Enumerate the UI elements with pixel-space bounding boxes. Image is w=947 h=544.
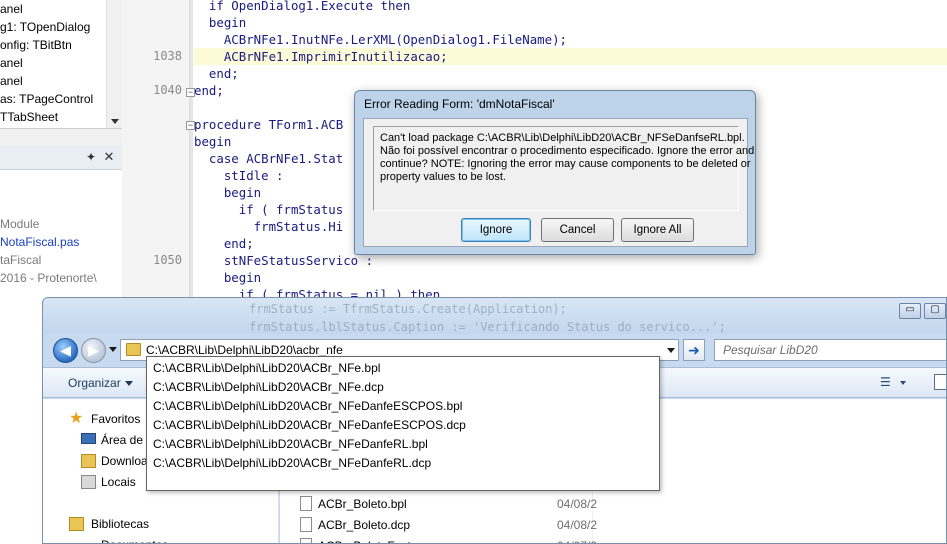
file-row[interactable]: ACBr_BoletoFast... 04/07/2	[300, 536, 600, 543]
code-line[interactable]: begin	[194, 14, 246, 31]
code-line[interactable]: end;	[194, 82, 224, 99]
file-name: ACBr_Boleto.bpl	[318, 497, 407, 511]
code-line[interactable]: if OpenDialog1.Execute then	[194, 0, 410, 14]
file-date: 04/08/2	[557, 518, 598, 532]
search-input[interactable]: Pesquisar LibD20	[714, 339, 946, 361]
back-button[interactable]: ◀	[53, 338, 78, 363]
code-line[interactable]: end;	[194, 65, 239, 82]
nav-label: Locais	[101, 475, 136, 489]
code-line[interactable]: case ACBrNFe1.Stat	[194, 150, 343, 167]
pin-icon[interactable]: ✦	[84, 150, 98, 164]
maximize-button[interactable]: ▢	[924, 303, 946, 319]
fold-marker-icon[interactable]: −	[186, 121, 195, 130]
code-line[interactable]: begin	[194, 269, 261, 286]
code-line[interactable]: stIdle :	[194, 167, 284, 184]
message-line: continue? NOTE: Ignoring the error may c…	[380, 158, 751, 170]
organize-label: Organizar	[68, 376, 121, 390]
scroll-down-arrow-icon[interactable]	[111, 119, 119, 124]
tree-item[interactable]: anel	[0, 54, 122, 72]
file-icon	[300, 496, 312, 511]
nav-label: Bibliotecas	[91, 517, 150, 531]
list-item[interactable]: taFiscal	[0, 251, 97, 269]
file-row[interactable]: ACBr_Boleto.bpl 04/08/2	[300, 494, 600, 514]
dialog-client: Can't load package C:\ACBR\Lib\Delphi\Li…	[363, 118, 755, 247]
tree-item[interactable]: g1: TOpenDialog	[0, 18, 122, 36]
object-tree[interactable]: anel g1: TOpenDialog onfig: TBitBtn anel…	[0, 0, 122, 128]
view-options-icon[interactable]: ☰	[880, 376, 894, 388]
minimize-button[interactable]: ▭	[899, 303, 921, 319]
nav-label: Downloa	[101, 454, 148, 468]
code-line[interactable]: begin	[194, 133, 231, 150]
list-item[interactable]: Module	[0, 215, 97, 233]
file-row[interactable]: ACBr_Boleto.dcp 04/08/2	[300, 515, 600, 535]
tree-item[interactable]: anel	[0, 0, 122, 18]
code-line[interactable]: frmStatus.Hi	[194, 218, 344, 235]
nav-label: Favoritos	[91, 412, 141, 426]
file-name: ACBr_Boleto.dcp	[318, 518, 411, 532]
line-number: 1038	[153, 49, 182, 63]
chevron-down-icon[interactable]	[900, 381, 906, 385]
ignore-button[interactable]: Ignore	[461, 218, 531, 242]
tree-scrollbar[interactable]	[106, 0, 122, 128]
close-icon[interactable]: ✕	[102, 150, 116, 164]
line-number: 1040	[153, 83, 182, 97]
autocomplete-item[interactable]: C:\ACBR\Lib\Delphi\LibD20\ACBr_NFeDanfeR…	[153, 454, 431, 473]
autocomplete-item[interactable]: C:\ACBR\Lib\Delphi\LibD20\ACBr_NFe.dcp	[153, 378, 384, 397]
libraries-icon	[69, 517, 84, 531]
autocomplete-item[interactable]: C:\ACBR\Lib\Delphi\LibD20\ACBr_NFe.bpl	[153, 359, 380, 378]
preview-pane-icon[interactable]	[934, 374, 946, 390]
code-line[interactable]: end;	[194, 235, 254, 252]
line-number: 1050	[153, 253, 182, 267]
background-code-line: frmStatus := TfrmStatus.Create(Applicati…	[249, 302, 567, 316]
folder-icon	[126, 343, 141, 356]
file-icon	[300, 517, 312, 532]
message-line: Can't load package C:\ACBR\Lib\Delphi\Li…	[380, 132, 745, 144]
autocomplete-item[interactable]: C:\ACBR\Lib\Delphi\LibD20\ACBr_NFeDanfeR…	[153, 435, 428, 454]
background-code-line: frmStatus.lblStatus.Caption := 'Verifica…	[249, 320, 726, 334]
error-message: Can't load package C:\ACBR\Lib\Delphi\Li…	[373, 126, 755, 211]
forward-button[interactable]: ▶	[81, 338, 106, 363]
tree-item[interactable]: onfig: TBitBtn	[0, 36, 122, 54]
tree-item[interactable]: anel	[0, 72, 122, 90]
fold-marker-icon[interactable]: −	[186, 88, 195, 97]
message-line: Não foi possível encontrar o procediment…	[380, 145, 755, 157]
error-dialog: Error Reading Form: 'dmNotaFiscal' Can't…	[354, 90, 756, 255]
desktop-icon	[81, 433, 96, 444]
panel-splitter[interactable]	[0, 128, 122, 146]
project-panel-titlebar: ✦ ✕	[0, 146, 122, 170]
code-line[interactable]: ACBrNFe1.ImprimirInutilizacao;	[194, 48, 947, 65]
file-name: ACBr_BoletoFast...	[318, 536, 421, 543]
project-list: Module NotaFiscal.pas taFiscal 2016 - Pr…	[0, 215, 97, 287]
chevron-down-icon	[124, 381, 133, 387]
recent-pages-dropdown-icon[interactable]	[109, 347, 117, 352]
tree-item[interactable]: TTabSheet	[0, 108, 122, 126]
organize-button[interactable]: Organizar	[68, 376, 133, 390]
code-line[interactable]: ACBrNFe1.InutNFe.LerXML(OpenDialog1.File…	[194, 31, 567, 48]
dialog-title: Error Reading Form: 'dmNotaFiscal'	[364, 97, 555, 111]
list-item[interactable]: NotaFiscal.pas	[0, 233, 97, 251]
downloads-folder-icon	[81, 454, 96, 468]
code-line[interactable]: stNFeStatusServico :	[194, 252, 373, 269]
star-icon: ★	[69, 410, 84, 427]
file-date: 04/08/2	[557, 497, 598, 511]
file-icon	[300, 538, 312, 543]
list-item[interactable]: 2016 - Protenorte\	[0, 269, 97, 287]
message-line: property values to be lost.	[380, 171, 506, 183]
go-button[interactable]: ➜	[683, 339, 705, 361]
code-line[interactable]: if ( frmStatus	[194, 201, 343, 218]
autocomplete-item[interactable]: C:\ACBR\Lib\Delphi\LibD20\ACBr_NFeDanfeE…	[153, 397, 462, 416]
tree-item[interactable]: as: TPageControl	[0, 90, 122, 108]
code-line[interactable]: begin	[194, 184, 261, 201]
chevron-down-icon[interactable]	[667, 348, 675, 353]
file-date: 04/07/2	[557, 536, 597, 543]
address-input[interactable]: C:\ACBR\Lib\Delphi\LibD20\acbr_nfe	[146, 343, 343, 357]
address-autocomplete-list[interactable]: C:\ACBR\Lib\Delphi\LibD20\ACBr_NFe.bpl C…	[146, 356, 660, 491]
recent-places-icon	[81, 475, 96, 489]
ignore-all-button[interactable]: Ignore All	[621, 218, 694, 242]
cancel-button[interactable]: Cancel	[541, 218, 614, 242]
nav-label: Documentos	[101, 535, 168, 543]
search-placeholder: Pesquisar LibD20	[723, 343, 818, 357]
code-line[interactable]: procedure TForm1.ACB	[194, 116, 343, 133]
autocomplete-item[interactable]: C:\ACBR\Lib\Delphi\LibD20\ACBr_NFeDanfeE…	[153, 416, 466, 435]
